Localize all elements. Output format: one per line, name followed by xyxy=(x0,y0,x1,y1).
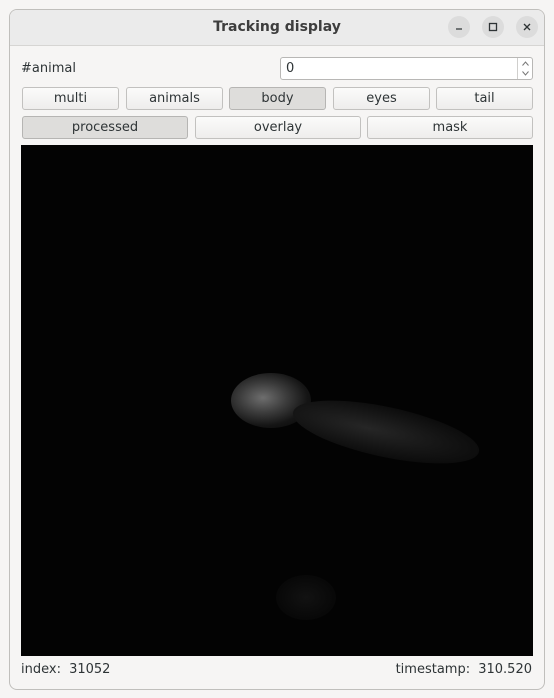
index-value: 31052 xyxy=(69,662,111,677)
spin-up-button[interactable] xyxy=(518,58,532,68)
animal-tail-blob xyxy=(287,387,485,477)
animal-spinbox[interactable]: 0 xyxy=(280,57,533,80)
spin-down-button[interactable] xyxy=(518,68,532,78)
index-readout: index: 31052 xyxy=(21,662,110,677)
close-icon xyxy=(523,23,531,31)
animals-button[interactable]: animals xyxy=(126,87,223,110)
tail-button[interactable]: tail xyxy=(436,87,533,110)
minimize-button[interactable] xyxy=(448,16,470,38)
timestamp-readout: timestamp: 310.520 xyxy=(396,662,532,677)
faint-artifact-blob xyxy=(276,575,336,620)
overlay-button[interactable]: overlay xyxy=(195,116,361,139)
minimize-icon xyxy=(456,28,462,30)
maximize-button[interactable] xyxy=(482,16,504,38)
mask-button[interactable]: mask xyxy=(367,116,533,139)
multi-button[interactable]: multi xyxy=(22,87,119,110)
maximize-icon xyxy=(488,22,498,32)
index-label: index: xyxy=(21,662,61,677)
close-button[interactable] xyxy=(516,16,538,38)
chevron-down-icon xyxy=(521,70,529,76)
processed-button[interactable]: processed xyxy=(22,116,188,139)
chevron-up-icon xyxy=(521,60,529,66)
animal-spinbox-value[interactable]: 0 xyxy=(286,61,294,76)
timestamp-label: timestamp: xyxy=(395,662,471,677)
title-bar[interactable]: Tracking display xyxy=(10,10,544,46)
tracking-image[interactable] xyxy=(21,145,533,656)
tracking-display-window: Tracking display #animal 0 multi animals… xyxy=(9,9,545,690)
animal-label: #animal xyxy=(21,61,76,76)
spinbox-arrows[interactable] xyxy=(517,58,532,79)
eyes-button[interactable]: eyes xyxy=(333,87,430,110)
timestamp-value: 310.520 xyxy=(478,662,532,677)
body-button[interactable]: body xyxy=(229,87,326,110)
